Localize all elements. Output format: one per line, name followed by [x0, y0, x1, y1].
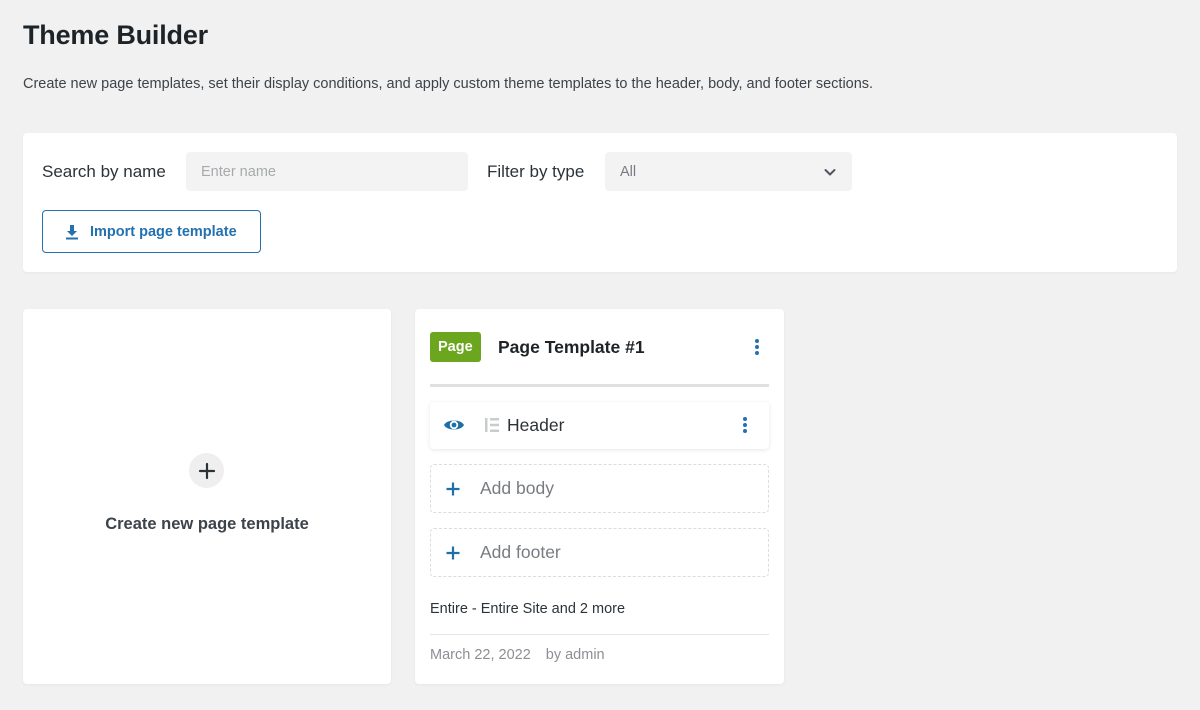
plus-icon [446, 546, 460, 560]
create-template-card[interactable]: Create new page template [23, 309, 391, 684]
kebab-dot [755, 351, 759, 355]
filter-panel: Search by name Filter by type All Import… [23, 133, 1177, 272]
add-footer-button[interactable]: Add footer [430, 528, 769, 577]
display-conditions[interactable]: Entire - Entire Site and 2 more [430, 601, 625, 617]
add-body-button[interactable]: Add body [430, 464, 769, 513]
search-label: Search by name [42, 162, 166, 181]
template-author: by admin [545, 647, 605, 663]
divider [430, 634, 769, 635]
add-footer-label: Add footer [480, 542, 561, 562]
elementor-icon [485, 418, 499, 432]
kebab-dot [743, 423, 747, 427]
plus-icon [446, 482, 460, 496]
kebab-dot [755, 345, 759, 349]
type-filter-value: All [620, 163, 637, 180]
section-row-header[interactable]: Header [430, 402, 769, 449]
chevron-down-icon [824, 168, 836, 175]
page-description: Create new page templates, set their dis… [23, 76, 874, 92]
theme-builder-page: Theme Builder Create new page templates,… [0, 0, 1200, 710]
template-card: Page Page Template #1 Header Add body Ad… [415, 309, 784, 684]
divider [430, 384, 769, 387]
template-title[interactable]: Page Template #1 [498, 337, 645, 358]
type-badge: Page [430, 332, 481, 362]
template-date: March 22, 2022 [430, 647, 531, 663]
plus-icon [198, 462, 215, 479]
create-plus-button[interactable] [189, 453, 224, 488]
template-meta: March 22, 2022 by admin [430, 647, 605, 663]
kebab-dot [755, 339, 759, 343]
template-menu-button[interactable] [752, 336, 762, 358]
search-input[interactable] [186, 152, 468, 191]
page-title: Theme Builder [23, 20, 208, 50]
eye-icon[interactable] [443, 417, 465, 433]
kebab-dot [743, 417, 747, 421]
create-template-label: Create new page template [105, 515, 309, 533]
type-filter-select[interactable]: All [605, 152, 852, 191]
type-filter-label: Filter by type [487, 162, 585, 181]
add-body-label: Add body [480, 478, 554, 498]
section-label: Header [507, 415, 565, 435]
import-page-template-button[interactable]: Import page template [42, 210, 261, 253]
import-button-label: Import page template [90, 223, 237, 240]
section-menu-button[interactable] [740, 414, 750, 436]
download-icon [66, 224, 78, 239]
kebab-dot [743, 429, 747, 433]
